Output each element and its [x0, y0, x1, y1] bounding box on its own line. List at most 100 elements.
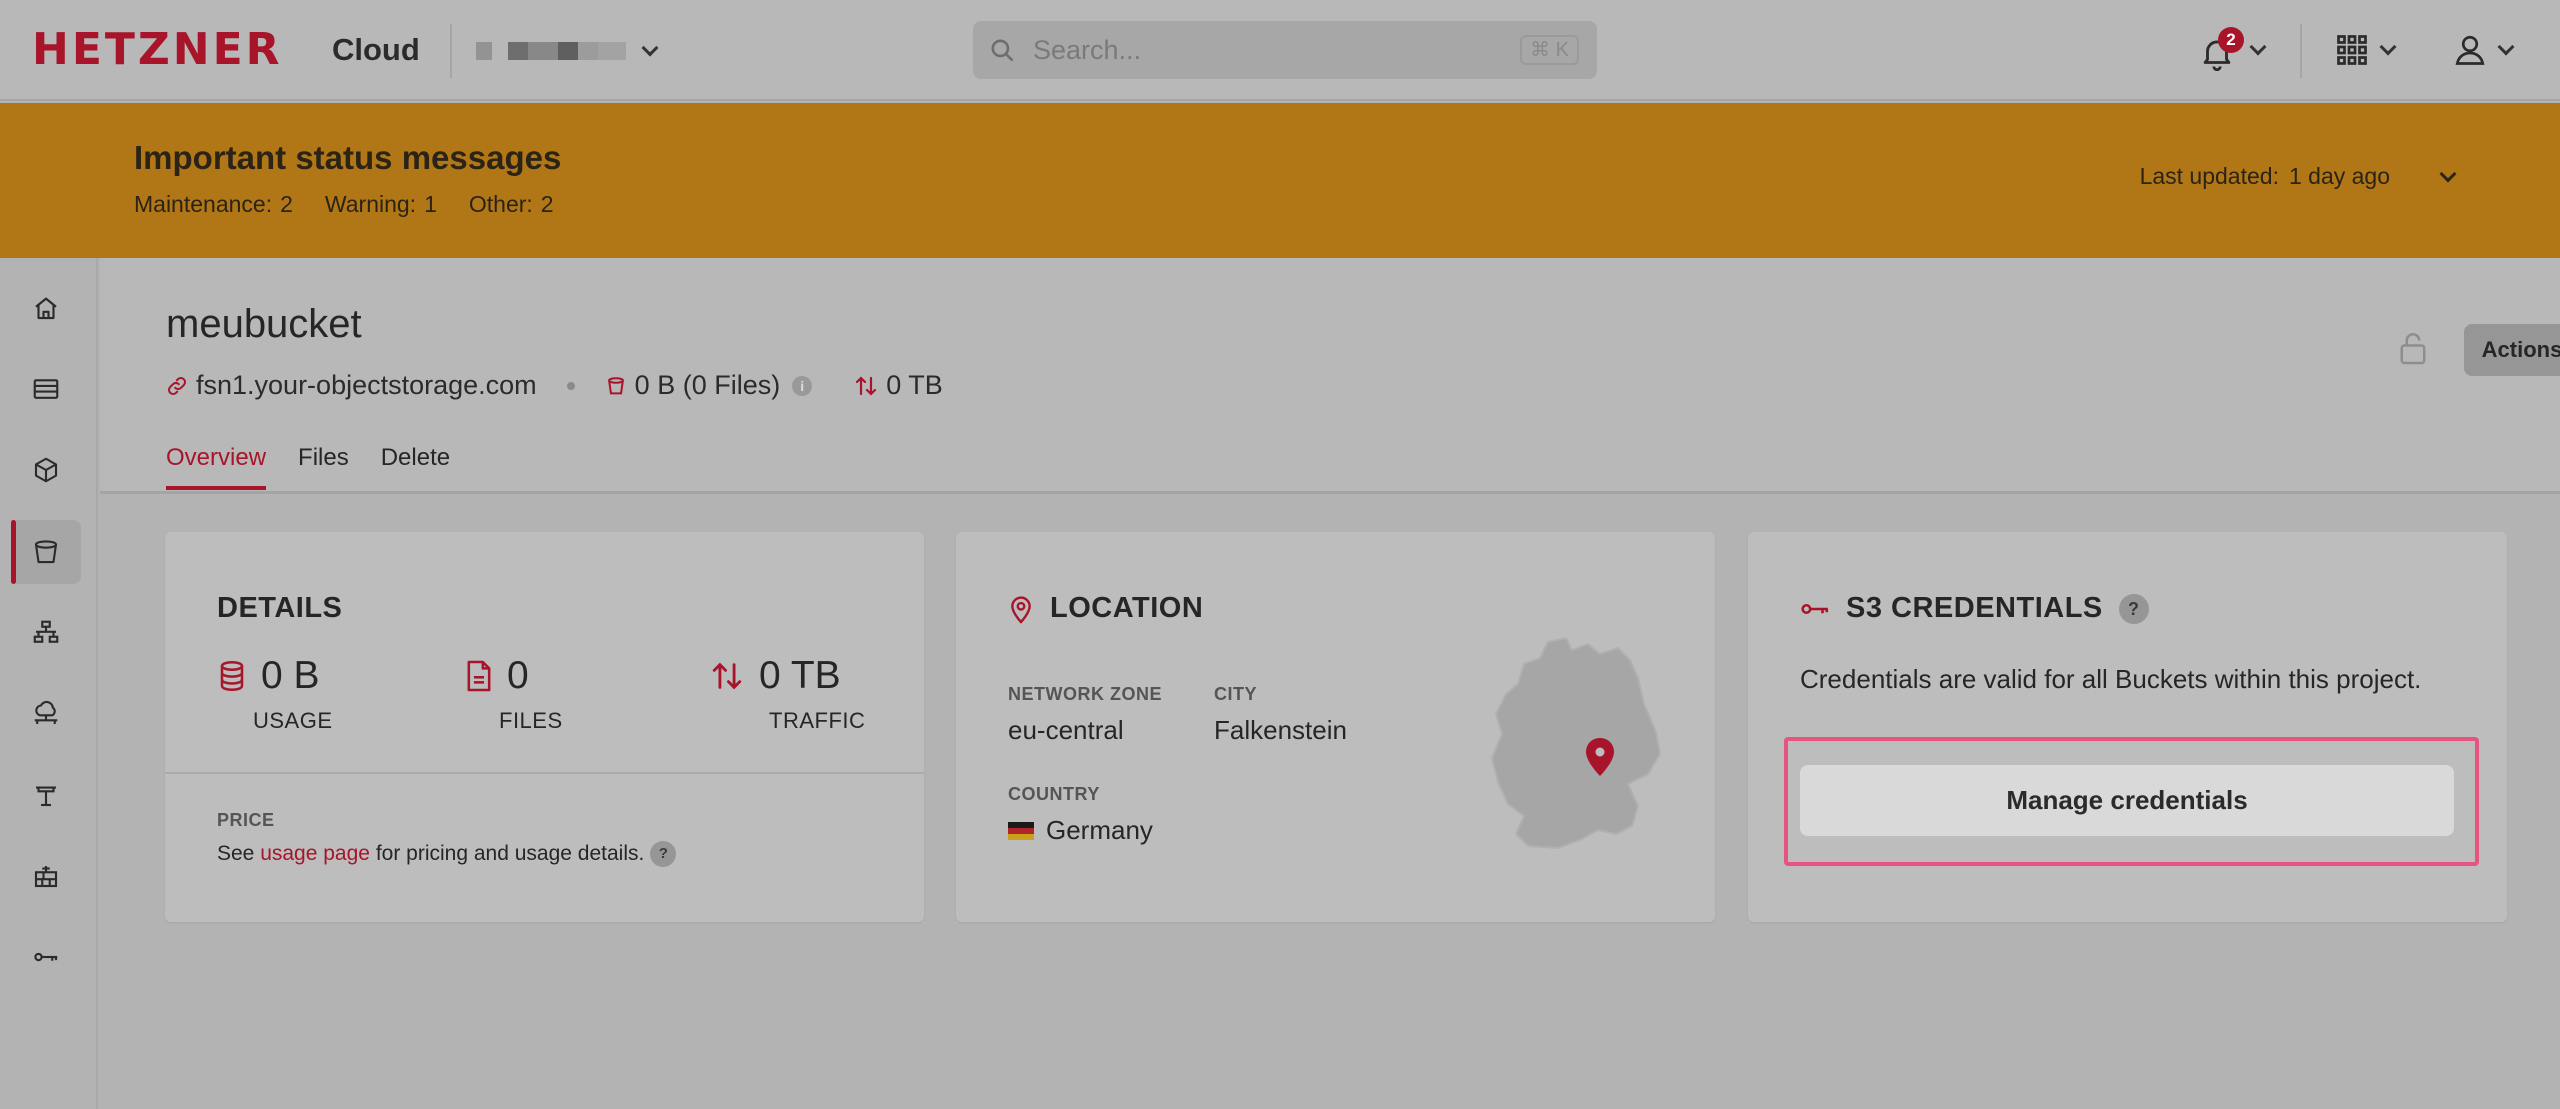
redacted-project-name: [476, 42, 492, 60]
bucket-header: meubucket fsn1.your-objectstorage.com 0 …: [100, 258, 2560, 494]
sidebar-item-load-balancers[interactable]: [11, 601, 81, 665]
chevron-down-icon: [2379, 38, 2397, 56]
banner-last-updated[interactable]: Last updated: 1 day ago: [2139, 163, 2457, 190]
apps-menu-button[interactable]: [2334, 24, 2397, 76]
actions-button[interactable]: Actions: [2464, 324, 2560, 376]
tab-overview[interactable]: Overview: [166, 444, 267, 490]
transfer-arrows-icon: [856, 375, 877, 396]
sidebar-item-security[interactable]: [11, 844, 81, 908]
help-icon[interactable]: ?: [650, 841, 677, 867]
actions-label: Actions: [2481, 337, 2560, 362]
card-divider: [165, 772, 924, 774]
grid-icon: [2337, 35, 2367, 65]
divider: [450, 24, 452, 78]
gateway-icon: [36, 786, 56, 807]
help-icon[interactable]: ?: [2118, 593, 2149, 624]
project-switcher[interactable]: [476, 38, 659, 64]
redacted-project-name: [528, 42, 558, 60]
database-icon: [220, 661, 244, 692]
page-title: meubucket: [166, 302, 362, 346]
lock-icon[interactable]: [2398, 330, 2428, 366]
search-bar[interactable]: ⌘ K: [973, 21, 1597, 79]
redacted-project-name: [558, 42, 578, 60]
cloud-label[interactable]: Cloud: [332, 32, 420, 68]
bucket-storage: 0 B (0 Files): [634, 370, 781, 400]
redacted-project-name: [508, 42, 528, 60]
sidebar-item-servers[interactable]: [11, 357, 81, 421]
banner-counts: Maintenance: 2 Warning: 1 Other: 2: [134, 191, 554, 218]
other-count: Other: 2: [468, 191, 554, 217]
sidebar: [0, 258, 98, 1109]
price-text-before: See: [217, 842, 261, 865]
tab-files[interactable]: Files: [298, 444, 349, 490]
chevron-down-icon: [2497, 38, 2515, 56]
city-label: CITY: [1214, 684, 1258, 704]
sidebar-item-firewalls[interactable]: [11, 763, 81, 827]
traffic-stat: 0 TB TRAFFIC: [709, 654, 865, 734]
location-card: LOCATION NETWORK ZONE eu-central CITY Fa…: [956, 532, 1715, 922]
usage-stat: 0 B USAGE: [217, 654, 333, 734]
price-text: See usage page for pricing and usage det…: [217, 841, 677, 867]
country-label: COUNTRY: [1008, 784, 1100, 804]
usage-value: 0 B: [261, 654, 320, 697]
info-icon[interactable]: i: [792, 375, 813, 396]
bucket-endpoint[interactable]: fsn1.your-objectstorage.com: [196, 370, 537, 401]
usage-label: USAGE: [253, 708, 333, 733]
traffic-label: TRAFFIC: [769, 708, 866, 733]
search-input[interactable]: [1033, 21, 1473, 79]
load-balancer-icon: [33, 620, 59, 643]
cube-icon: [34, 457, 58, 483]
germany-flag-icon: [1008, 821, 1034, 840]
credentials-description: Credentials are valid for all Buckets wi…: [1800, 664, 2422, 694]
chevron-down-icon: [2249, 38, 2267, 56]
country-block: COUNTRY Germany: [1008, 784, 1153, 846]
file-icon: [467, 660, 491, 692]
bucket-icon: [607, 376, 624, 394]
network-zone-label: NETWORK ZONE: [1008, 684, 1162, 704]
city-block: CITY Falkenstein: [1214, 684, 1347, 746]
search-shortcut-hint: ⌘ K: [1520, 35, 1579, 65]
home-icon: [35, 297, 57, 320]
notification-badge: 2: [2218, 27, 2244, 53]
user-icon: [2455, 35, 2485, 65]
separator-dot: [566, 381, 575, 390]
chevron-down-icon: [641, 39, 659, 57]
tab-delete[interactable]: Delete: [381, 444, 450, 490]
redacted-project-name: [578, 42, 598, 60]
brick-wall-icon: [34, 866, 58, 888]
traffic-value: 0 TB: [759, 654, 841, 697]
map-pin-icon: [1011, 595, 1031, 624]
bucket-meta: fsn1.your-objectstorage.com 0 B (0 Files…: [166, 370, 943, 401]
details-card: DETAILS 0 B USAGE 0 FILES 0 TB TRAFFIC P…: [165, 532, 924, 922]
network-zone-value: eu-central: [1008, 715, 1124, 745]
transfer-arrows-icon: [712, 662, 742, 690]
price-section: PRICE See usage page for pricing and usa…: [217, 810, 677, 867]
last-updated-label: Last updated:: [2139, 163, 2279, 189]
status-banner[interactable]: Important status messages Maintenance: 2 …: [0, 103, 2560, 258]
sidebar-item-object-storage[interactable]: [11, 520, 81, 584]
s3-credentials-title-text: S3 CREDENTIALS: [1846, 592, 2103, 624]
top-bar: HETZNER Cloud ⌘ K 2: [0, 0, 2560, 101]
sidebar-item-home[interactable]: [11, 276, 81, 340]
user-menu-button[interactable]: [2452, 24, 2515, 76]
sidebar-item-networks[interactable]: [11, 682, 81, 746]
maintenance-count: Maintenance: 2: [134, 191, 293, 217]
files-label: FILES: [499, 708, 563, 733]
sidebar-item-security-keys[interactable]: [11, 925, 81, 989]
network-zone-block: NETWORK ZONE eu-central: [1008, 684, 1162, 746]
price-label: PRICE: [217, 810, 275, 830]
manage-credentials-button[interactable]: Manage credentials: [1800, 765, 2454, 836]
hetzner-logo[interactable]: HETZNER: [32, 28, 283, 72]
search-icon: [991, 39, 1014, 62]
details-title: DETAILS: [217, 592, 343, 624]
country-value: Germany: [1008, 815, 1153, 846]
warning-count: Warning: 1: [324, 191, 437, 217]
notifications-button[interactable]: 2: [2198, 24, 2267, 76]
s3-credentials-title: S3 CREDENTIALS ?: [1800, 592, 2149, 625]
bucket-traffic: 0 TB: [886, 370, 943, 400]
link-icon: [168, 376, 186, 395]
usage-page-link[interactable]: usage page: [260, 842, 370, 866]
cloud-network-icon: [34, 700, 58, 724]
sidebar-item-volumes[interactable]: [11, 438, 81, 502]
chevron-down-icon[interactable]: [2439, 165, 2457, 182]
